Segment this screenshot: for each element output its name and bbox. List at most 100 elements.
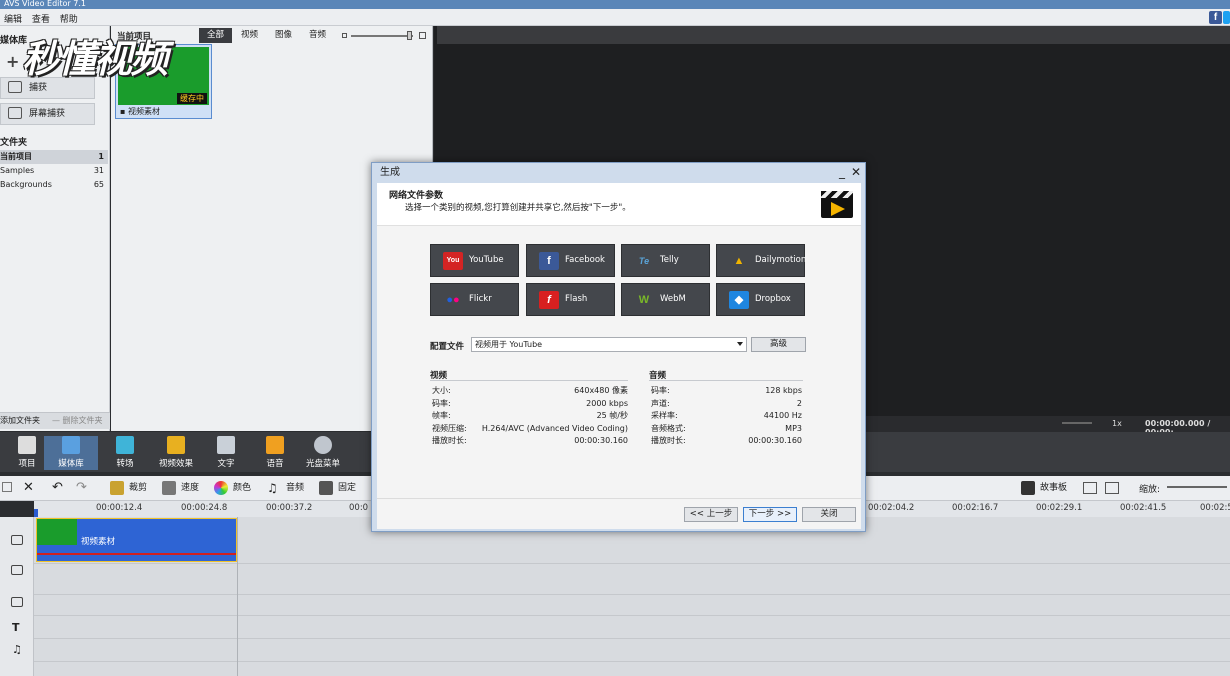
tab-video[interactable]: 视频: [233, 28, 266, 43]
dropbox-icon: ◆: [729, 291, 749, 309]
toolbar-label: 项目: [18, 459, 36, 469]
youtube-icon: You: [443, 252, 463, 270]
large-thumbs-icon[interactable]: [419, 32, 426, 39]
freeze-button[interactable]: 固定: [319, 481, 356, 495]
folder-name: Backgrounds: [0, 180, 52, 189]
service-webm[interactable]: W WebM: [621, 283, 710, 316]
caching-badge: 缓存中: [177, 93, 207, 104]
playback-speed[interactable]: 1x: [1112, 419, 1122, 428]
grid-icon[interactable]: [2, 482, 12, 492]
timeline-clip[interactable]: 视频素材: [36, 518, 237, 562]
delete-icon[interactable]: ✕: [23, 480, 34, 495]
minimize-icon[interactable]: _: [835, 165, 849, 179]
toolbar-transitions[interactable]: 转场: [98, 436, 152, 470]
toolbar-disc-menu[interactable]: 光盘菜单: [296, 436, 350, 470]
volume-slider[interactable]: [1062, 422, 1092, 424]
folder-item-samples[interactable]: Samples 31: [0, 164, 108, 178]
advanced-button[interactable]: 高级: [751, 337, 806, 352]
trim-icon: [110, 481, 124, 495]
delete-folder-button[interactable]: — 删除文件夹: [52, 413, 103, 429]
playhead[interactable]: [34, 509, 38, 517]
video-properties: 大小: 640x480 像素 码率: 2000 kbps 帧率: 25 帧/秒 …: [432, 385, 628, 455]
tab-all[interactable]: 全部: [199, 28, 233, 43]
service-youtube[interactable]: You YouTube: [430, 244, 519, 277]
service-facebook[interactable]: f Facebook: [526, 244, 615, 277]
audio-mix-icon[interactable]: [1083, 482, 1097, 494]
folders-header: 文件夹: [0, 138, 28, 148]
clip-label: 视频素材: [81, 537, 116, 547]
media-caption: 视频素材: [127, 107, 160, 116]
service-telly[interactable]: TeTelly (Twitvid): [621, 244, 710, 296]
ruler-label: 00:02:29.1: [1036, 503, 1083, 513]
undo-icon[interactable]: ↶: [52, 480, 63, 495]
twitter-icon[interactable]: [1223, 11, 1230, 24]
ruler-label: 00:0: [349, 503, 369, 513]
tab-image[interactable]: 图像: [267, 28, 300, 43]
storyboard-icon: [1021, 481, 1035, 495]
redo-icon[interactable]: ↷: [76, 480, 87, 495]
color-label: 颜色: [233, 483, 252, 493]
trim-button[interactable]: 裁剪: [110, 481, 147, 495]
profile-label: 配置文件: [430, 342, 465, 352]
track-headers: T ♫: [0, 517, 34, 676]
service-label: Facebook: [565, 255, 605, 265]
audio-prop-value: MP3: [785, 423, 802, 433]
toolbar-label: 媒体库: [58, 459, 84, 469]
plus-icon[interactable]: +: [6, 52, 19, 71]
service-label: Dailymotion: [755, 255, 807, 265]
add-folder-button[interactable]: 添加文件夹: [0, 413, 40, 429]
video-file-icon: ▪: [120, 107, 128, 116]
folder-item-backgrounds[interactable]: Backgrounds 65: [0, 178, 108, 192]
close-button[interactable]: 关闭: [802, 507, 856, 522]
clapper-icon: [821, 191, 853, 218]
video-prop-key: 帧率:: [432, 411, 451, 420]
small-thumbs-icon[interactable]: [342, 33, 347, 38]
audio-label: 音频: [286, 483, 305, 493]
toolbar-voice[interactable]: 语音: [248, 436, 302, 470]
slider-handle[interactable]: [407, 31, 412, 40]
speed-button[interactable]: 速度: [162, 481, 199, 495]
audio-prop-key: 码率:: [651, 386, 670, 395]
close-icon[interactable]: ✕: [849, 165, 863, 179]
ruler-label: 00:00:12.4: [96, 503, 143, 513]
audio-prop-value: 44100 Hz: [763, 411, 802, 420]
screen-capture-button[interactable]: 屏幕捕获: [0, 103, 95, 125]
tab-audio[interactable]: 音频: [301, 28, 334, 43]
color-button[interactable]: 颜色: [214, 481, 251, 495]
thumbnail-size-slider[interactable]: [351, 35, 413, 37]
zoom-slider[interactable]: [1167, 486, 1227, 488]
toolbar-label: 视频效果: [158, 459, 193, 469]
folder-count: 65: [93, 180, 104, 189]
folder-item-current[interactable]: 当前项目 1: [0, 150, 108, 164]
toolbar-video-effects[interactable]: 视频效果: [149, 436, 203, 470]
service-dailymotion[interactable]: ▲ Dailymotion: [716, 244, 807, 277]
dialog-body: You YouTube f Facebook TeTelly (Twitvid) ▲…: [377, 226, 861, 498]
monitor-icon[interactable]: [1105, 482, 1119, 494]
webm-icon: W: [638, 294, 650, 306]
next-button[interactable]: 下一步 >>: [743, 507, 797, 522]
app-title-bar: AVS Video Editor 7.1: [0, 0, 1230, 9]
audio-line: [37, 553, 236, 555]
service-flash[interactable]: f Flash: [526, 283, 615, 316]
ruler-label: 00:00:37.2: [266, 503, 313, 513]
menu-edit[interactable]: 编辑: [0, 9, 25, 25]
back-button[interactable]: << 上一步: [684, 507, 738, 522]
service-flickr[interactable]: ●● Flickr: [430, 283, 519, 316]
screen-capture-label: 屏幕捕获: [29, 109, 66, 119]
menu-view[interactable]: 查看: [28, 9, 53, 25]
toolbar-library[interactable]: 媒体库: [44, 436, 98, 470]
service-label: YouTube: [469, 255, 504, 265]
toolbar-text[interactable]: 文字: [199, 436, 253, 470]
menu-help[interactable]: 帮助: [56, 9, 81, 25]
storyboard-button[interactable]: 故事板: [1021, 481, 1067, 495]
music-track-icon: ♫: [12, 643, 22, 656]
audio-properties: 码率: 128 kbps 声道: 2 采样率: 44100 Hz 音频格式: M…: [651, 385, 802, 455]
audio-prop-value: 128 kbps: [765, 386, 802, 395]
service-dropbox[interactable]: ◆ Dropbox: [716, 283, 805, 316]
audio-button[interactable]: ♫ 音频: [267, 481, 304, 495]
capture-label: 捕获: [29, 83, 48, 93]
profile-select[interactable]: 视频用于 YouTube: [471, 337, 747, 352]
speed-icon: [162, 481, 176, 495]
facebook-icon[interactable]: f: [1209, 11, 1222, 24]
transition-icon: [116, 436, 134, 454]
